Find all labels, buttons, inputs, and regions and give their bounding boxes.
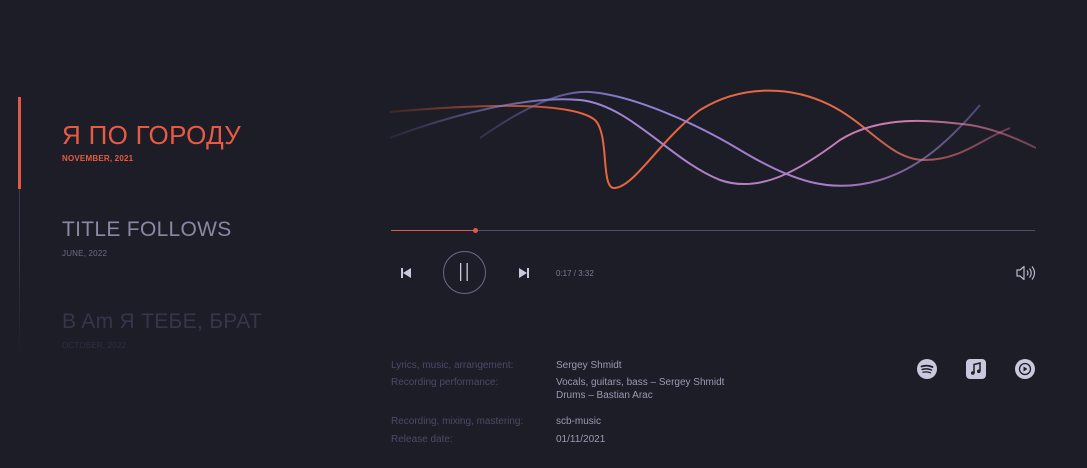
volume-icon bbox=[1016, 265, 1036, 281]
prev-track-icon bbox=[401, 268, 411, 278]
progress-handle[interactable] bbox=[472, 228, 478, 233]
track-item-active[interactable]: Я ПО ГОРОДУ NOVEMBER, 2021 bbox=[62, 120, 241, 163]
youtube-music-link[interactable] bbox=[1014, 358, 1036, 380]
credit-value: 01/11/2021 bbox=[556, 434, 606, 445]
wave-line-violet bbox=[479, 90, 981, 187]
credit-value: Sergey Shmidt bbox=[556, 360, 622, 371]
next-track-button[interactable] bbox=[517, 266, 531, 280]
track-date: NOVEMBER, 2021 bbox=[62, 154, 134, 163]
track-item[interactable]: TITLE FOLLOWS JUNE, 2022 bbox=[62, 215, 232, 258]
progress-fill bbox=[391, 230, 475, 231]
pause-button[interactable] bbox=[443, 251, 486, 294]
credit-label: Release date: bbox=[391, 434, 453, 445]
apple-music-link[interactable] bbox=[965, 358, 987, 380]
youtube-music-icon bbox=[1015, 359, 1035, 379]
progress-bar[interactable] bbox=[391, 228, 1035, 233]
wave-line-purple bbox=[390, 98, 1036, 185]
spotify-link[interactable] bbox=[916, 358, 938, 380]
apple-music-icon bbox=[966, 359, 986, 379]
track-date: JUNE, 2022 bbox=[62, 249, 108, 258]
spotify-icon bbox=[917, 359, 937, 379]
track-title: TITLE FOLLOWS bbox=[62, 218, 232, 241]
playback-time: 0:17 / 3:32 bbox=[556, 269, 594, 278]
pause-icon bbox=[460, 263, 468, 281]
credit-label: Recording, mixing, mastering: bbox=[391, 416, 524, 427]
waveform-visualization bbox=[390, 89, 1036, 189]
track-title: B Am Я ТЕБЕ, БРАТ bbox=[62, 310, 262, 333]
credit-value: Drums – Bastian Arac bbox=[556, 389, 653, 401]
track-title: Я ПО ГОРОДУ bbox=[62, 120, 242, 150]
credit-label: Lyrics, music, arrangement: bbox=[391, 360, 514, 371]
track-item[interactable]: B Am Я ТЕБЕ, БРАТ OCTOBER, 2022 bbox=[62, 307, 262, 350]
track-date: OCTOBER, 2022 bbox=[62, 341, 127, 350]
wave-line-orange bbox=[390, 89, 1011, 189]
credit-label: Recording performance: bbox=[391, 377, 499, 388]
credit-value: scb-music bbox=[556, 416, 602, 427]
next-track-icon bbox=[519, 268, 529, 278]
sidebar-active-indicator bbox=[18, 97, 21, 189]
credit-value: Vocals, guitars, bass – Sergey Shmidt bbox=[556, 377, 725, 388]
prev-track-button[interactable] bbox=[399, 266, 413, 280]
volume-button[interactable] bbox=[1015, 264, 1037, 282]
